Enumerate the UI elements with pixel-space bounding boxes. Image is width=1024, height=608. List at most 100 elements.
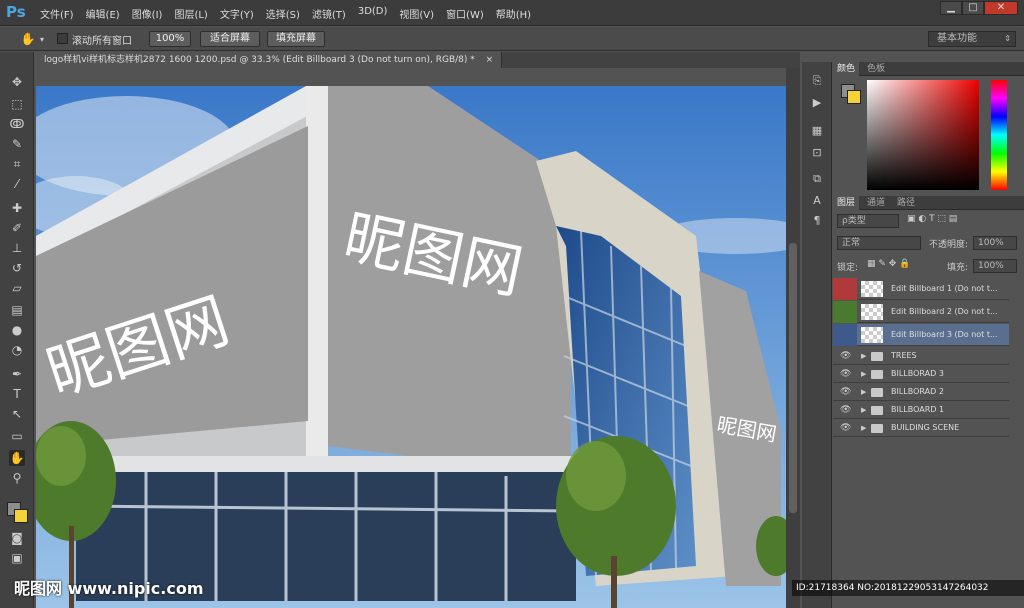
rectangle-tool-icon[interactable]: ▭ [9, 428, 25, 444]
workspace-select[interactable]: 基本功能 ⇕ [928, 31, 1016, 47]
layer-filter-icons[interactable]: ▣ ◐ T ⬚ ▤ [907, 214, 957, 224]
layer-row-selected[interactable]: Edit Billboard 3 (Do not t... [833, 324, 1009, 346]
close-button[interactable]: ✕ [984, 1, 1018, 15]
menu-items: 文件(F) 编辑(E) 图像(I) 图层(L) 文字(Y) 选择(S) 滤镜(T… [40, 6, 543, 21]
maximize-button[interactable]: □ [962, 1, 984, 15]
blur-tool-icon[interactable]: ● [9, 322, 25, 338]
screen-mode-icon[interactable]: ▣ [9, 550, 25, 566]
clone-source-icon[interactable]: ⧉ [810, 172, 824, 186]
close-tab-icon[interactable]: × [486, 55, 494, 65]
visibility-eye-icon[interactable]: 👁 [840, 401, 851, 419]
lasso-tool-icon[interactable]: ↂ [9, 116, 25, 132]
color-picker-field[interactable] [867, 80, 979, 190]
eyedropper-tool-icon[interactable]: ⁄ [9, 176, 25, 192]
healing-brush-tool-icon[interactable]: ✚ [9, 200, 25, 216]
layer-row[interactable]: Edit Billboard 1 (Do not t... [833, 278, 1009, 300]
clone-stamp-tool-icon[interactable]: ⊥ [9, 240, 25, 256]
path-select-tool-icon[interactable]: ↖ [9, 406, 25, 422]
panel-icon-dock: ⎘ ▶ ▦ ⊡ ⧉ A ¶ [802, 62, 832, 608]
move-tool-icon[interactable]: ✥ [9, 74, 25, 90]
brush-tool-icon[interactable]: ✐ [9, 220, 25, 236]
character-panel-icon[interactable]: A [810, 194, 824, 208]
background-color-swatch[interactable] [14, 509, 28, 523]
color-bg-swatch[interactable] [847, 90, 861, 104]
menu-3d[interactable]: 3D(D) [358, 6, 388, 21]
dodge-tool-icon[interactable]: ◔ [9, 342, 25, 358]
expand-arrow-icon[interactable]: ▶ [861, 419, 866, 437]
marquee-tool-icon[interactable]: ⬚ [9, 96, 25, 112]
layer-filter-select[interactable]: ρ类型 [837, 214, 899, 228]
menu-type[interactable]: 文字(Y) [220, 6, 254, 21]
blend-mode-select[interactable]: 正常 [837, 236, 921, 250]
quick-select-tool-icon[interactable]: ✎ [9, 136, 25, 152]
hand-tool-active-icon[interactable]: ✋ [9, 450, 25, 466]
type-tool-icon[interactable]: T [9, 386, 25, 402]
billboard-mockup-image: 昵图网 昵图网 昵图网 [36, 86, 786, 608]
history-panel-icon[interactable]: ⎘ [810, 74, 824, 88]
lock-label: 锁定: [837, 263, 859, 273]
layer-name: TREES [891, 351, 917, 360]
actions-panel-icon[interactable]: ▶ [810, 96, 824, 110]
folder-icon [871, 424, 883, 433]
lock-icons[interactable]: ▦ ✎ ✥ 🔒 [867, 259, 910, 269]
tab-paths[interactable]: 路径 [893, 196, 919, 210]
visibility-eye-icon[interactable]: 👁 [840, 383, 851, 401]
layer-group-row[interactable]: 👁 ▶ BILLBOARD 1 [833, 401, 1009, 419]
scroll-thumb[interactable] [789, 243, 797, 513]
menu-select[interactable]: 选择(S) [266, 6, 300, 21]
visibility-eye-icon[interactable]: 👁 [840, 419, 851, 437]
fill-label: 填充: [947, 263, 969, 273]
brush-presets-icon[interactable]: ▦ [810, 124, 824, 138]
fill-screen-button[interactable]: 填充屏幕 [267, 31, 325, 47]
layer-group-row[interactable]: 👁 ▶ BILLBORAD 3 [833, 365, 1009, 383]
expand-arrow-icon[interactable]: ▶ [861, 383, 866, 401]
tab-layers[interactable]: 图层 [833, 196, 860, 210]
menu-edit[interactable]: 编辑(E) [86, 6, 120, 21]
chevron-down-icon: ⇕ [1004, 34, 1011, 43]
visibility-eye-icon[interactable]: 👁 [840, 365, 851, 383]
paragraph-panel-icon[interactable]: ¶ [810, 214, 824, 228]
hand-tool-icon[interactable]: ✋ [20, 31, 36, 47]
document-tab[interactable]: logo样机vi样机标志样机2872 1600 1200.psd @ 33.3%… [36, 52, 503, 68]
menu-filter[interactable]: 滤镜(T) [312, 6, 346, 21]
layer-group-row[interactable]: 👁 ▶ BILLBORAD 2 [833, 383, 1009, 401]
expand-arrow-icon[interactable]: ▶ [861, 365, 866, 383]
canvas-area[interactable]: 昵图网 昵图网 昵图网 [36, 86, 786, 608]
folder-icon [871, 352, 883, 361]
menu-view[interactable]: 视图(V) [399, 6, 434, 21]
vertical-scrollbar[interactable] [786, 68, 800, 608]
fill-field[interactable]: 100% [973, 259, 1017, 273]
quick-mask-icon[interactable]: ◙ [9, 530, 25, 546]
menu-help[interactable]: 帮助(H) [496, 6, 531, 21]
layer-group-row[interactable]: 👁 ▶ BUILDING SCENE [833, 419, 1009, 437]
zoom-tool-icon[interactable]: ⚲ [9, 470, 25, 486]
pen-tool-icon[interactable]: ✒ [9, 366, 25, 382]
menu-layer[interactable]: 图层(L) [174, 6, 207, 21]
menu-file[interactable]: 文件(F) [40, 6, 74, 21]
workspace-label: 基本功能 [937, 33, 977, 44]
visibility-eye-icon[interactable]: 👁 [840, 347, 851, 365]
adjustments-panel-icon[interactable]: ⊡ [810, 146, 824, 160]
minimize-button[interactable]: ▁ [940, 1, 962, 15]
gradient-tool-icon[interactable]: ▤ [9, 302, 25, 318]
expand-arrow-icon[interactable]: ▶ [861, 347, 866, 365]
eraser-tool-icon[interactable]: ▱ [9, 280, 25, 296]
expand-arrow-icon[interactable]: ▶ [861, 401, 866, 419]
opacity-field[interactable]: 100% [973, 236, 1017, 250]
layer-row[interactable]: Edit Billboard 2 (Do not t... [833, 301, 1009, 323]
tab-color[interactable]: 颜色 [833, 62, 860, 76]
layer-group-row[interactable]: 👁 ▶ TREES [833, 347, 1009, 365]
history-brush-tool-icon[interactable]: ↺ [9, 260, 25, 276]
tab-channels[interactable]: 通道 [863, 196, 889, 210]
hue-slider[interactable] [991, 80, 1007, 190]
scroll-all-checkbox[interactable] [57, 33, 68, 44]
menu-image[interactable]: 图像(I) [132, 6, 163, 21]
smart-object-thumbnail [861, 327, 883, 343]
crop-tool-icon[interactable]: ⌗ [9, 156, 25, 172]
fit-screen-button[interactable]: 适合屏幕 [200, 31, 260, 47]
zoom-100-button[interactable]: 100% [149, 31, 191, 47]
tab-swatches[interactable]: 色板 [863, 62, 889, 76]
tool-preset-arrow-icon[interactable]: ▾ [40, 35, 44, 44]
menu-window[interactable]: 窗口(W) [446, 6, 484, 21]
layer-name: Edit Billboard 1 (Do not t... [891, 284, 998, 293]
